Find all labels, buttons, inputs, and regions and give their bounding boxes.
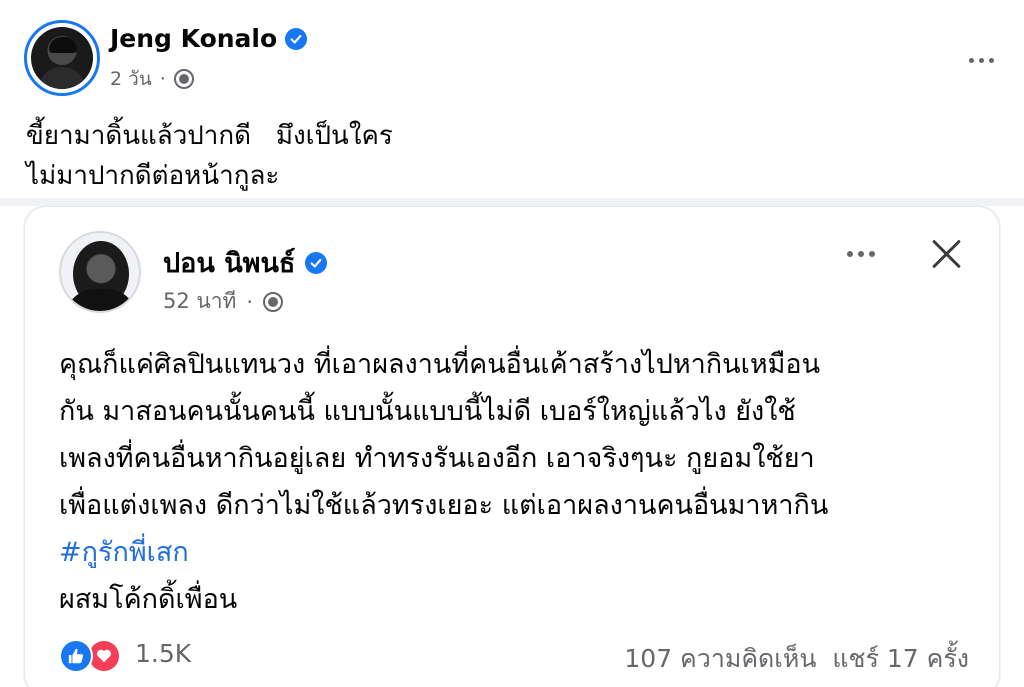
shared-author-name[interactable]: ปอน นิพนธ์	[163, 241, 295, 284]
outer-post-text-line2: ไม่มาปากดีต่อหน้ากูละ	[26, 161, 280, 191]
outer-post-text: ขี้ยามาดิ้นแล้วปากดี มึงเป็นใคร ไม่มาปาก…	[26, 116, 393, 196]
reaction-count[interactable]: 1.5K	[135, 639, 191, 668]
shared-author-row: ปอน นิพนธ์	[163, 241, 328, 284]
outer-more-options-icon[interactable]	[969, 58, 994, 63]
outer-author-name[interactable]: Jeng Konalo	[110, 24, 277, 53]
outer-post-header: Jeng Konalo 2 วัน ·	[24, 18, 1004, 98]
body-line: เพื่อแต่งเพลง ดีกว่าไม่ใช้แล้วทรงเยอะ แต…	[59, 490, 829, 521]
shared-post-meta: 52 นาที ·	[163, 285, 284, 318]
post-divider	[0, 198, 1024, 206]
verified-badge-icon	[305, 251, 328, 274]
shared-post-card[interactable]: ปอน นิพนธ์ 52 นาที · คุณก็แค่ศิลปินแทนวง…	[24, 206, 1000, 687]
body-line: กัน มาสอนคนนั้นคนนี้ แบบนั้นแบบนี้ไม่ดี …	[59, 396, 796, 427]
shared-post-time[interactable]: 52 นาที	[163, 285, 236, 318]
body-line: เพลงที่คนอื่นหากินอยู่เลย ทำทรงรันเองอีก…	[59, 443, 815, 474]
post-stats: 107 ความคิดเห็น แชร์ 17 ครั้ง	[624, 639, 969, 679]
outer-post-time[interactable]: 2 วัน	[110, 64, 152, 94]
body-line: คุณก็แค่ศิลปินแทนวง ที่เอาผลงานที่คนอื่น…	[59, 349, 821, 380]
globe-icon	[173, 69, 194, 89]
body-line: ผสมโค้กดิ้เพื่อน	[59, 584, 238, 615]
comment-count[interactable]: 107 ความคิดเห็น	[624, 639, 816, 679]
meta-separator: ·	[159, 68, 166, 90]
verified-badge-icon	[285, 27, 308, 50]
close-icon[interactable]	[929, 235, 965, 271]
share-count[interactable]: แชร์ 17 ครั้ง	[832, 639, 969, 679]
reaction-icons[interactable]	[59, 639, 129, 673]
shared-more-options-icon[interactable]	[847, 251, 875, 257]
reaction-bar: 1.5K 107 ความคิดเห็น แชร์ 17 ครั้ง	[59, 637, 969, 673]
outer-author-avatar[interactable]	[24, 20, 100, 96]
like-reaction-icon	[59, 639, 93, 673]
avatar-image	[31, 27, 93, 89]
hashtag-link[interactable]: #กูรักพี่เสก	[59, 529, 979, 576]
globe-icon	[263, 291, 284, 312]
meta-separator: ·	[246, 289, 254, 314]
outer-post-text-line1: ขี้ยามาดิ้นแล้วปากดี มึงเป็นใคร	[26, 121, 393, 151]
outer-post-meta: 2 วัน ·	[110, 64, 194, 94]
shared-author-avatar[interactable]	[59, 231, 141, 313]
outer-author-row: Jeng Konalo	[110, 24, 308, 53]
shared-post-body: คุณก็แค่ศิลปินแทนวง ที่เอาผลงานที่คนอื่น…	[59, 341, 979, 623]
